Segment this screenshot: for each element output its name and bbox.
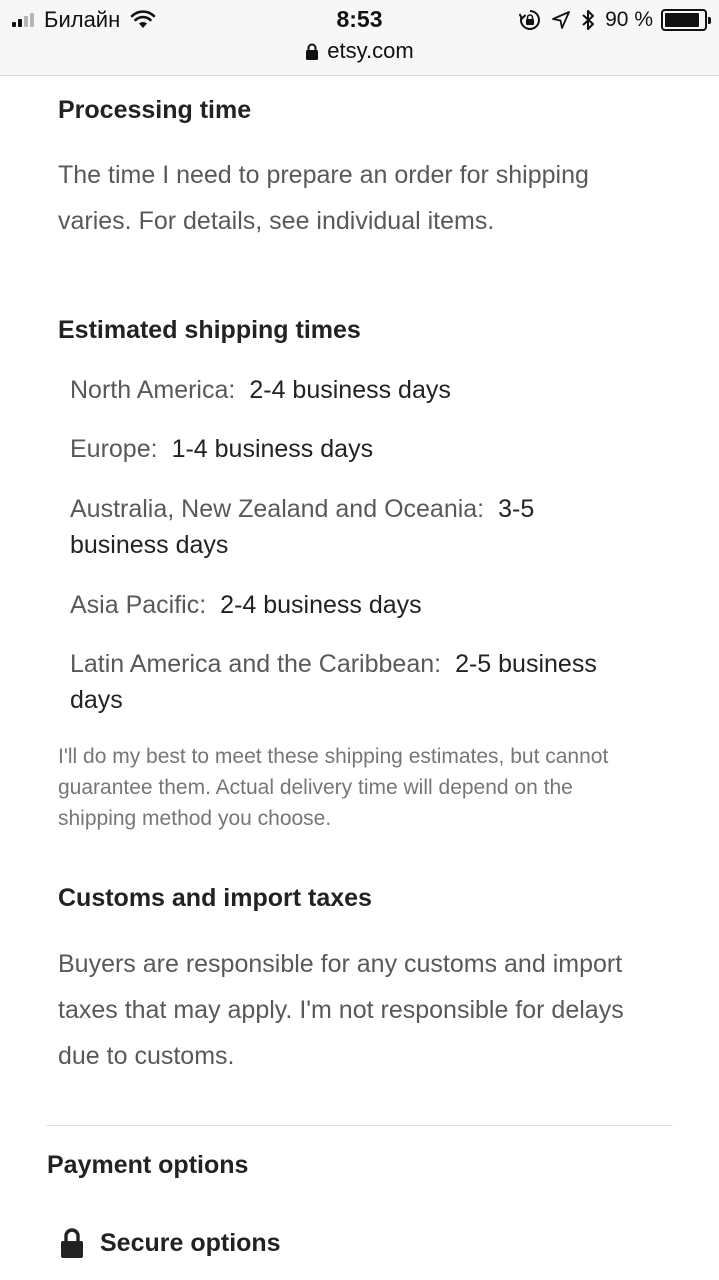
shipping-region: Europe:	[70, 435, 158, 463]
customs-text-block: Buyers are responsible for any customs a…	[58, 941, 658, 1079]
processing-text-block: The time I need to prepare an order for …	[58, 152, 658, 244]
address-bar[interactable]: etsy.com	[305, 38, 414, 64]
payment-title: Payment options	[47, 1151, 249, 1179]
customs-title: Customs and import taxes	[58, 884, 372, 912]
list-item: Latin America and the Caribbean: 2-5 busi…	[70, 646, 630, 718]
secure-options-row: Secure options	[60, 1227, 281, 1259]
lock-icon	[306, 43, 319, 60]
shipping-title: Estimated shipping times	[58, 316, 361, 344]
shipping-duration: 2-4 business days	[220, 591, 422, 619]
payment-section: Payment options	[47, 1148, 647, 1182]
signal-icon	[12, 13, 36, 27]
processing-section: Processing time	[58, 93, 658, 127]
section-divider	[46, 1125, 673, 1126]
lock-icon	[61, 1228, 83, 1258]
list-item: Europe: 1-4 business days	[70, 431, 670, 467]
list-item: Australia, New Zealand and Oceania: 3-5 b…	[70, 491, 630, 563]
location-arrow-icon	[552, 11, 571, 29]
status-bar: Билайн 8:53 etsy.com 90 %	[0, 0, 719, 76]
battery-percentage: 90 %	[605, 8, 653, 31]
customs-text: Buyers are responsible for any customs a…	[58, 950, 624, 1070]
bluetooth-icon	[582, 10, 595, 30]
carrier-name: Билайн	[44, 7, 121, 32]
battery-icon	[661, 9, 711, 31]
shipping-duration: 1-4 business days	[171, 435, 374, 463]
secure-options-label: Secure options	[100, 1228, 281, 1257]
list-item: North America: 2-4 business days	[70, 372, 670, 408]
customs-section: Customs and import taxes	[58, 881, 658, 915]
shipping-region: North America:	[70, 376, 236, 404]
shipping-note-block: I'll do my best to meet these shipping e…	[58, 741, 648, 834]
shipping-duration: 2-4 business days	[249, 376, 451, 404]
shipping-region: Australia, New Zealand and Oceania:	[70, 495, 485, 523]
status-bar-left: Билайн	[12, 6, 156, 34]
shipping-region: Asia Pacific:	[70, 591, 207, 619]
processing-title: Processing time	[58, 96, 252, 124]
rotation-lock-icon	[519, 10, 541, 30]
shipping-region: Latin America and the Caribbean:	[70, 650, 442, 678]
shipping-note: I'll do my best to meet these shipping e…	[58, 745, 609, 830]
list-item: Asia Pacific: 2-4 business days	[70, 587, 670, 623]
wifi-icon	[130, 10, 156, 28]
status-bar-right: 90 %	[519, 6, 711, 34]
shipping-section: Estimated shipping times	[58, 313, 658, 347]
url-text: etsy.com	[327, 38, 414, 63]
processing-text: The time I need to prepare an order for …	[58, 161, 589, 235]
